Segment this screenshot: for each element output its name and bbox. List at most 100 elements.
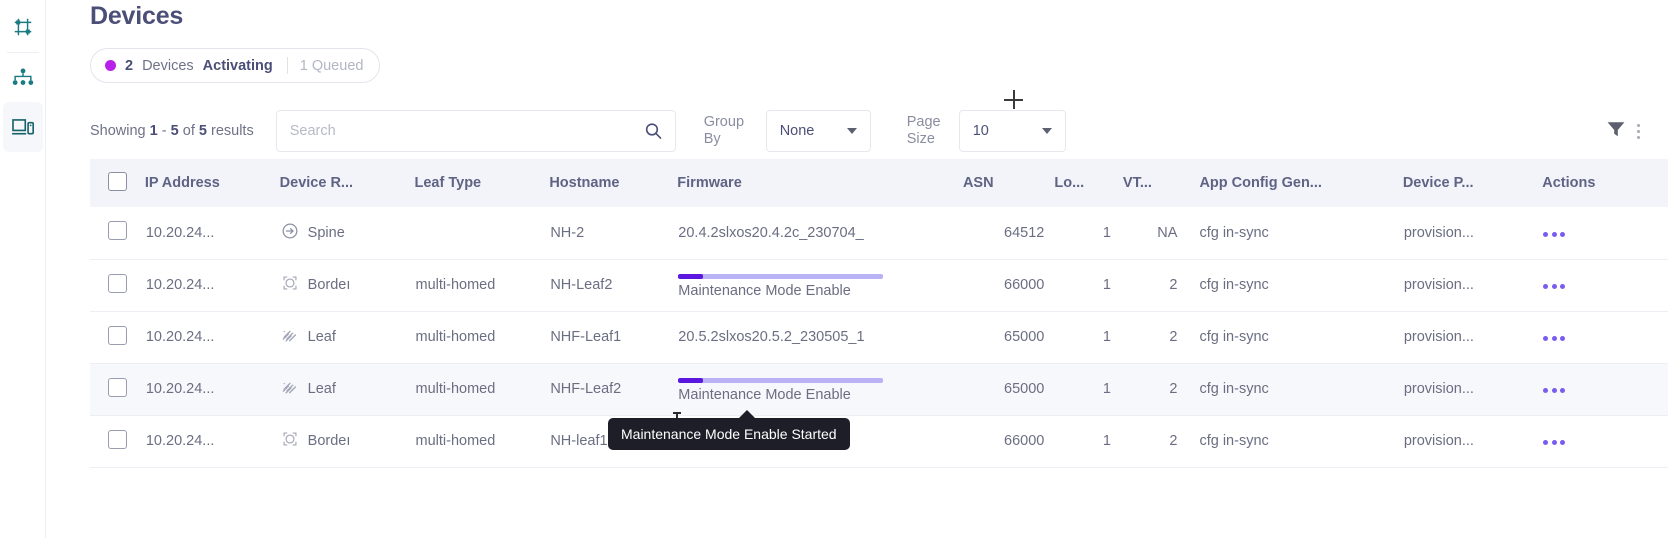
row-actions-menu-button[interactable] [1543, 388, 1566, 393]
page-title: Devices [90, 2, 184, 30]
sidebar-item-devices[interactable] [2, 102, 43, 152]
cell-asn: 65000 [962, 311, 1055, 364]
cell-actions[interactable] [1542, 363, 1668, 416]
cell-vtep: 2 [1122, 415, 1192, 468]
cell-actions[interactable] [1542, 259, 1668, 312]
select-all-checkbox[interactable] [108, 171, 127, 191]
progress-label: Maintenance Mode Enable [678, 282, 851, 299]
firmware-progress: Maintenance Mode Enable [678, 376, 962, 403]
row-checkbox[interactable] [108, 221, 127, 241]
sliders-grid-icon [12, 16, 34, 38]
status-badge-divider [286, 57, 288, 74]
column-header-hostname[interactable]: Hostname [549, 159, 678, 207]
page-size-select[interactable]: 10 [958, 110, 1066, 152]
column-header-loopback[interactable]: Lo... [1054, 159, 1123, 207]
main-content: Devices 2 Devices Activating 1 Queued Sh… [46, 0, 1668, 538]
column-header-leaf-type[interactable]: Leaf Type [414, 159, 550, 207]
showing-to: 5 [170, 123, 179, 139]
cell-app-config-gen: cfg in-sync [1191, 259, 1403, 312]
cell-actions[interactable] [1542, 207, 1668, 260]
table-row[interactable]: 10.20.24... Bordeı multi-homed NH-Leaf2 Main… [90, 259, 1668, 312]
column-header-actions[interactable]: Actions [1542, 159, 1668, 207]
showing-of: of [182, 123, 195, 139]
cell-leaf-type: multi-homed [414, 415, 550, 468]
cell-loopback: 1 [1054, 207, 1123, 260]
row-select-cell[interactable] [90, 207, 145, 260]
kebab-horizontal-icon-dot [1543, 284, 1549, 289]
group-by-select[interactable]: None [765, 110, 871, 152]
row-select-cell[interactable] [90, 363, 145, 416]
sidebar-item-fabric-settings[interactable] [3, 2, 43, 52]
kebab-horizontal-icon-dot [1560, 440, 1566, 445]
showing-dash: - [161, 123, 167, 139]
row-select-cell[interactable] [90, 311, 145, 364]
cell-actions[interactable] [1542, 311, 1668, 364]
device-role-label: Leaf [307, 381, 336, 397]
cell-vtep: 2 [1122, 259, 1192, 312]
progress-track [678, 377, 884, 383]
border-leaf-icon [281, 430, 299, 452]
cell-loopback: 1 [1054, 311, 1123, 364]
row-checkbox[interactable] [108, 429, 127, 449]
cell-leaf-type: multi-homed [414, 259, 550, 312]
column-header-ip-address[interactable]: IP Address [144, 159, 280, 207]
spine-circle-arrow-icon [281, 222, 299, 244]
table-row[interactable]: 10.20.24... Leaf multi-homed NHF-Leaf1 20.5.… [90, 311, 1668, 364]
status-badge-word: Devices [142, 57, 194, 74]
kebab-vertical-icon-dot [1637, 135, 1640, 139]
column-header-app-config-gen[interactable]: App Config Gen... [1191, 159, 1403, 207]
cell-device-role: Leaf [279, 363, 415, 416]
row-checkbox[interactable] [108, 325, 127, 345]
cell-actions[interactable] [1542, 415, 1668, 468]
firmware-value: 20.4.2slxos20.4.2c_230704_ [678, 224, 864, 241]
row-checkbox[interactable] [108, 273, 127, 293]
cell-leaf-type: multi-homed [414, 311, 550, 364]
chevron-down-icon [1041, 128, 1052, 134]
row-select-cell[interactable] [90, 415, 145, 468]
column-header-device-p[interactable]: Device P... [1402, 159, 1543, 207]
row-actions-menu-button[interactable] [1543, 336, 1566, 341]
row-checkbox[interactable] [108, 377, 127, 397]
status-badge-state: Activating [202, 57, 273, 74]
cell-device-role: Bordeı [279, 259, 415, 312]
group-by-value: None [779, 123, 815, 139]
search-icon[interactable] [644, 122, 663, 141]
cell-loopback: 1 [1054, 363, 1123, 416]
table-overflow-menu-button[interactable] [1627, 118, 1650, 145]
cell-device-provision-state: provision... [1402, 207, 1543, 260]
cell-vtep: 2 [1122, 363, 1192, 416]
status-badge-devices-activating[interactable]: 2 Devices Activating 1 Queued [90, 48, 381, 83]
cell-ip-address: 10.20.24... [144, 207, 280, 260]
search-input[interactable] [276, 111, 675, 151]
sidebar-item-topology[interactable] [3, 52, 43, 102]
column-header-device-role[interactable]: Device R... [279, 159, 415, 207]
cell-app-config-gen: cfg in-sync [1191, 363, 1403, 416]
column-header-vtep[interactable]: VT... [1122, 159, 1192, 207]
devices-table-wrapper: IP Address Device R... Leaf Type Hostnam… [90, 159, 1668, 468]
table-row[interactable]: 10.20.24... Spine NH-2 20.4.2slxos20.4.2c_2… [90, 207, 1668, 260]
kebab-horizontal-icon-dot [1543, 231, 1549, 237]
table-body: 10.20.24... Spine NH-2 20.4.2slxos20.4.2c_2… [90, 207, 1668, 468]
search-box[interactable] [275, 110, 676, 152]
kebab-horizontal-icon-dot [1560, 388, 1566, 393]
cell-ip-address: 10.20.24... [144, 363, 280, 416]
row-select-cell[interactable] [90, 259, 145, 312]
cell-hostname: NH-2 [549, 207, 678, 260]
column-header-asn[interactable]: ASN [962, 159, 1055, 207]
filter-button[interactable] [1605, 118, 1627, 145]
row-actions-menu-button[interactable] [1543, 440, 1566, 445]
cell-app-config-gen: cfg in-sync [1191, 415, 1403, 468]
kebab-vertical-icon-dot [1637, 123, 1640, 127]
row-actions-menu-button[interactable] [1543, 284, 1566, 289]
table-row[interactable]: 10.20.24... Leaf multi-homed NHF-Leaf2 Maint… [90, 363, 1668, 416]
device-role-label: Spine [307, 224, 345, 241]
cell-vtep: NA [1122, 207, 1192, 260]
cell-vtep: 2 [1122, 311, 1192, 364]
cell-device-provision-state: provision... [1402, 415, 1543, 468]
firmware-value: 20.5.2slxos20.5.2_230505_1 [678, 329, 865, 345]
column-header-firmware[interactable]: Firmware [677, 159, 963, 207]
table-row[interactable]: 10.20.24... Bordeı multi-homed NH-leaf1 6600… [90, 415, 1668, 468]
progress-track [678, 273, 884, 279]
row-actions-menu-button[interactable] [1543, 231, 1566, 237]
kebab-horizontal-icon-dot [1551, 388, 1557, 393]
